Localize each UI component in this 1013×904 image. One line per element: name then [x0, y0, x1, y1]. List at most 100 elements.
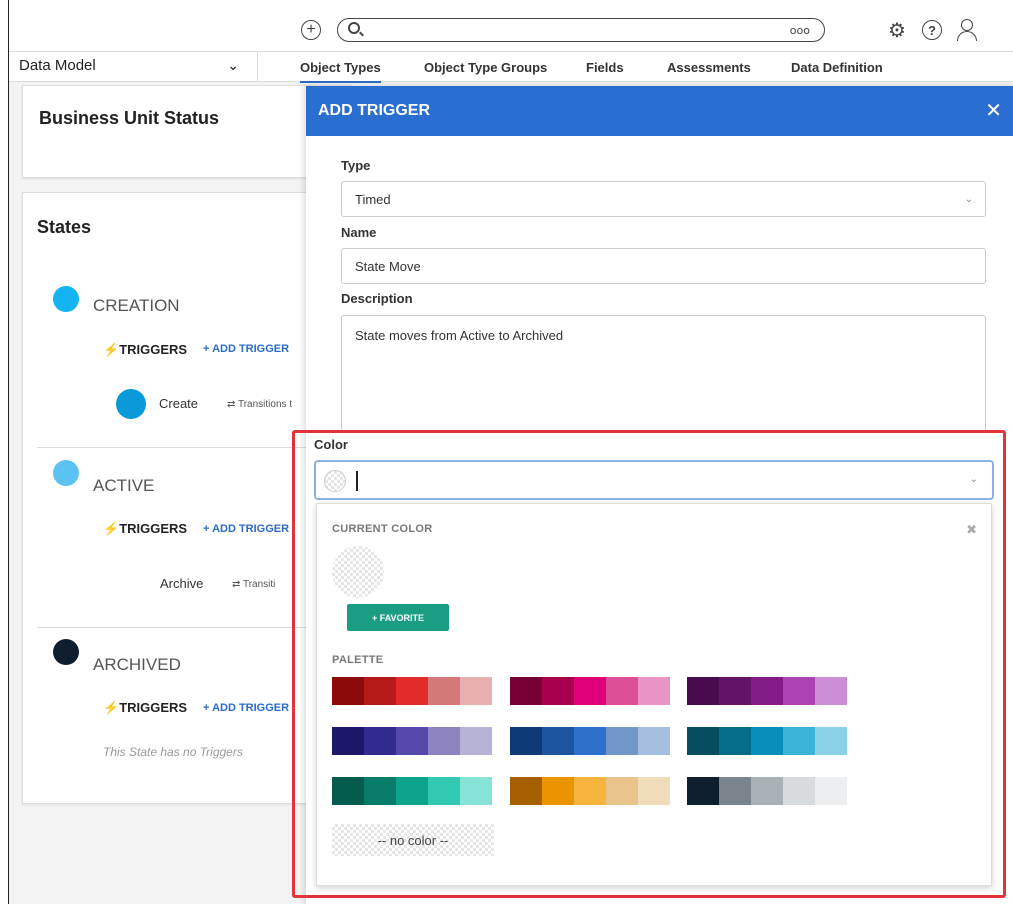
palette-swatch[interactable] — [606, 677, 638, 705]
no-color-option[interactable]: -- no color -- — [332, 824, 494, 856]
business-unit-card: Business Unit Status — [22, 85, 352, 178]
help-icon[interactable]: ? — [922, 20, 942, 40]
palette-swatch[interactable] — [687, 777, 719, 805]
palette-swatch[interactable] — [460, 727, 492, 755]
trigger-color-dot — [116, 389, 146, 419]
data-model-select-value: Data Model — [19, 57, 96, 74]
palette-swatch[interactable] — [460, 677, 492, 705]
palette-swatch[interactable] — [574, 727, 606, 755]
color-swatch — [324, 470, 346, 492]
tab-object-type-groups[interactable]: Object Type Groups — [424, 60, 547, 75]
close-icon[interactable]: ✕ — [985, 98, 1002, 122]
palette-swatch[interactable] — [751, 777, 783, 805]
palette-swatch[interactable] — [396, 677, 428, 705]
tab-assessments[interactable]: Assessments — [667, 60, 751, 75]
page-title: Business Unit Status — [39, 108, 220, 128]
trigger-name[interactable]: Create — [159, 396, 198, 411]
palette-swatch[interactable] — [719, 777, 751, 805]
palette-group — [332, 777, 492, 805]
palette-swatch[interactable] — [751, 727, 783, 755]
add-trigger-link[interactable]: + ADD TRIGGER — [203, 702, 289, 714]
trigger-name[interactable]: Archive — [160, 576, 203, 591]
name-field[interactable]: State Move — [341, 248, 986, 284]
text-caret — [356, 471, 358, 491]
state-name-active[interactable]: ACTIVE — [93, 476, 154, 496]
add-trigger-link[interactable]: + ADD TRIGGER — [203, 343, 289, 355]
palette-swatch[interactable] — [606, 777, 638, 805]
states-title: States — [37, 217, 92, 237]
tab-fields[interactable]: Fields — [586, 60, 624, 75]
modal-title: ADD TRIGGER — [318, 102, 430, 119]
palette-swatch[interactable] — [510, 777, 542, 805]
color-label: Color — [314, 437, 348, 452]
palette-swatch[interactable] — [719, 677, 751, 705]
palette-swatch[interactable] — [638, 727, 670, 755]
palette-swatch[interactable] — [332, 677, 364, 705]
palette-swatch[interactable] — [364, 777, 396, 805]
palette-group — [687, 777, 847, 805]
search-input[interactable]: ooo — [337, 18, 825, 42]
palette-swatch[interactable] — [396, 777, 428, 805]
color-picker-panel: CURRENT COLOR ✖ + FAVORITE PALETTE -- no… — [316, 503, 992, 886]
name-field-value: State Move — [355, 258, 421, 274]
palette-title: PALETTE — [332, 654, 384, 666]
tab-object-types[interactable]: Object Types — [300, 60, 381, 83]
type-select[interactable]: Timed ⌄ — [341, 181, 986, 217]
palette-swatch[interactable] — [364, 677, 396, 705]
palette-swatch[interactable] — [542, 677, 574, 705]
gear-icon[interactable]: ⚙ — [886, 19, 908, 42]
triggers-label: ⚡TRIGGERS — [103, 342, 188, 357]
palette-swatch[interactable] — [396, 727, 428, 755]
palette-swatch[interactable] — [783, 677, 815, 705]
description-field[interactable]: State moves from Active to Archived — [341, 315, 986, 433]
palette-swatch[interactable] — [751, 677, 783, 705]
palette-swatch[interactable] — [719, 727, 751, 755]
palette-swatch[interactable] — [574, 677, 606, 705]
palette-swatch[interactable] — [510, 677, 542, 705]
palette-swatch[interactable] — [332, 777, 364, 805]
palette-swatch[interactable] — [510, 727, 542, 755]
modal-header: ADD TRIGGER ✕ — [306, 86, 1013, 136]
palette-swatch[interactable] — [606, 727, 638, 755]
palette-swatch[interactable] — [428, 777, 460, 805]
palette-group — [332, 677, 492, 705]
description-field-value: State moves from Active to Archived — [355, 328, 564, 343]
state-name-creation[interactable]: CREATION — [93, 296, 180, 316]
chevron-down-icon: ⌄ — [227, 57, 239, 73]
color-input[interactable]: ⌄ — [314, 460, 994, 500]
data-model-select[interactable]: Data Model ⌄ — [19, 57, 239, 74]
triggers-label: ⚡TRIGGERS — [103, 700, 188, 715]
palette-swatch[interactable] — [815, 677, 847, 705]
palette-swatch[interactable] — [783, 777, 815, 805]
tab-data-definition[interactable]: Data Definition — [791, 60, 883, 75]
palette-swatch[interactable] — [638, 677, 670, 705]
palette-swatch[interactable] — [364, 727, 396, 755]
user-icon[interactable] — [957, 19, 977, 41]
palette-swatch[interactable] — [542, 727, 574, 755]
palette-swatch[interactable] — [574, 777, 606, 805]
palette-swatch[interactable] — [542, 777, 574, 805]
palette-swatch[interactable] — [783, 727, 815, 755]
palette-swatch[interactable] — [687, 727, 719, 755]
chevron-down-icon[interactable]: ⌄ — [970, 474, 978, 485]
no-triggers-text: This State has no Triggers — [103, 745, 243, 759]
palette-swatch[interactable] — [815, 777, 847, 805]
more-options-icon[interactable]: ooo — [790, 24, 810, 37]
current-color-swatch — [332, 546, 384, 598]
palette-swatch[interactable] — [638, 777, 670, 805]
palette-swatch[interactable] — [428, 727, 460, 755]
close-icon[interactable]: ✖ — [966, 522, 977, 538]
description-label: Description — [341, 291, 413, 306]
palette-swatch[interactable] — [460, 777, 492, 805]
palette-swatch[interactable] — [687, 677, 719, 705]
palette-swatch[interactable] — [428, 677, 460, 705]
palette-swatch[interactable] — [815, 727, 847, 755]
state-name-archived[interactable]: ARCHIVED — [93, 655, 181, 675]
type-select-value: Timed — [355, 191, 391, 207]
plus-circle-icon[interactable]: + — [301, 20, 321, 40]
palette-swatch[interactable] — [332, 727, 364, 755]
favorite-button[interactable]: + FAVORITE — [347, 604, 449, 631]
search-icon — [348, 22, 360, 34]
add-trigger-link[interactable]: + ADD TRIGGER — [203, 523, 289, 535]
nav-divider — [257, 52, 258, 82]
